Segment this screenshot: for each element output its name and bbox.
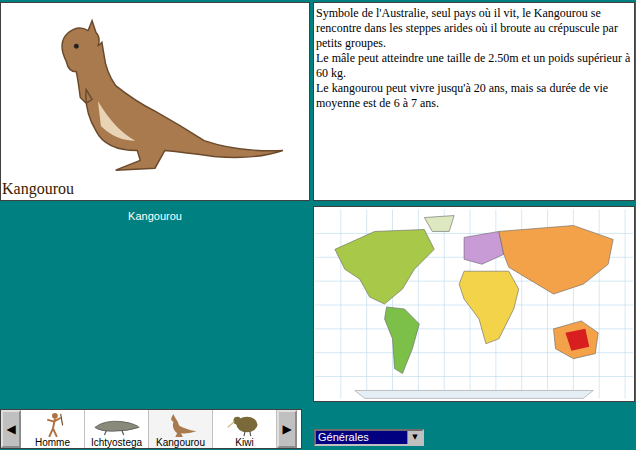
scroll-left-button[interactable]: ◀	[1, 410, 21, 448]
scroll-right-button[interactable]: ▶	[277, 410, 297, 448]
description-text: Symbole de l'Australie, seul pays où il …	[316, 6, 632, 51]
category-dropdown[interactable]: Générales▼	[314, 429, 424, 446]
kangaroo-thumb-icon	[161, 412, 201, 437]
thumbnail[interactable]: Homme	[21, 410, 85, 448]
bottom-bar: ◀ Homme Ichtyostega Kangourou Kiwi ▶ Générales…	[0, 409, 636, 449]
kiwi-icon	[225, 412, 265, 437]
thumbnail-strip: ◀ Homme Ichtyostega Kangourou Kiwi ▶	[0, 409, 302, 449]
thumbnail[interactable]: Kangourou	[149, 410, 213, 448]
thumbnail-label: Kangourou	[156, 437, 205, 448]
description-text: Le mâle peut atteindre une taille de 2.5…	[316, 51, 632, 81]
caption-area: Kangourou	[0, 206, 310, 402]
dropdown-value: Générales	[316, 431, 407, 444]
dropdown-arrow[interactable]: ▼	[407, 431, 422, 444]
world-map-icon	[315, 209, 633, 399]
animal-caption: Kangourou	[128, 210, 182, 222]
thumbnail[interactable]: Ichtyostega	[85, 410, 149, 448]
picture-label: Kangourou	[1, 180, 309, 200]
description-panel: Symbole de l'Australie, seul pays où il …	[313, 2, 635, 201]
animal-encyclopedia: Kangourou Symbole de l'Australie, seul pa…	[0, 0, 636, 450]
kangaroo-icon	[5, 3, 305, 180]
world-map-panel	[313, 206, 635, 402]
thumbnail-label: Kiwi	[235, 437, 253, 448]
amphibian-icon	[92, 412, 142, 437]
human-icon	[33, 412, 73, 437]
thumbnail-label: Homme	[35, 437, 70, 448]
thumbnail-label: Ichtyostega	[91, 437, 142, 448]
thumbnail[interactable]: Kiwi	[213, 410, 277, 448]
animal-picture-panel: Kangourou	[0, 2, 310, 201]
description-text: Le kangourou peut vivre jusqu'à 20 ans, …	[316, 81, 632, 111]
